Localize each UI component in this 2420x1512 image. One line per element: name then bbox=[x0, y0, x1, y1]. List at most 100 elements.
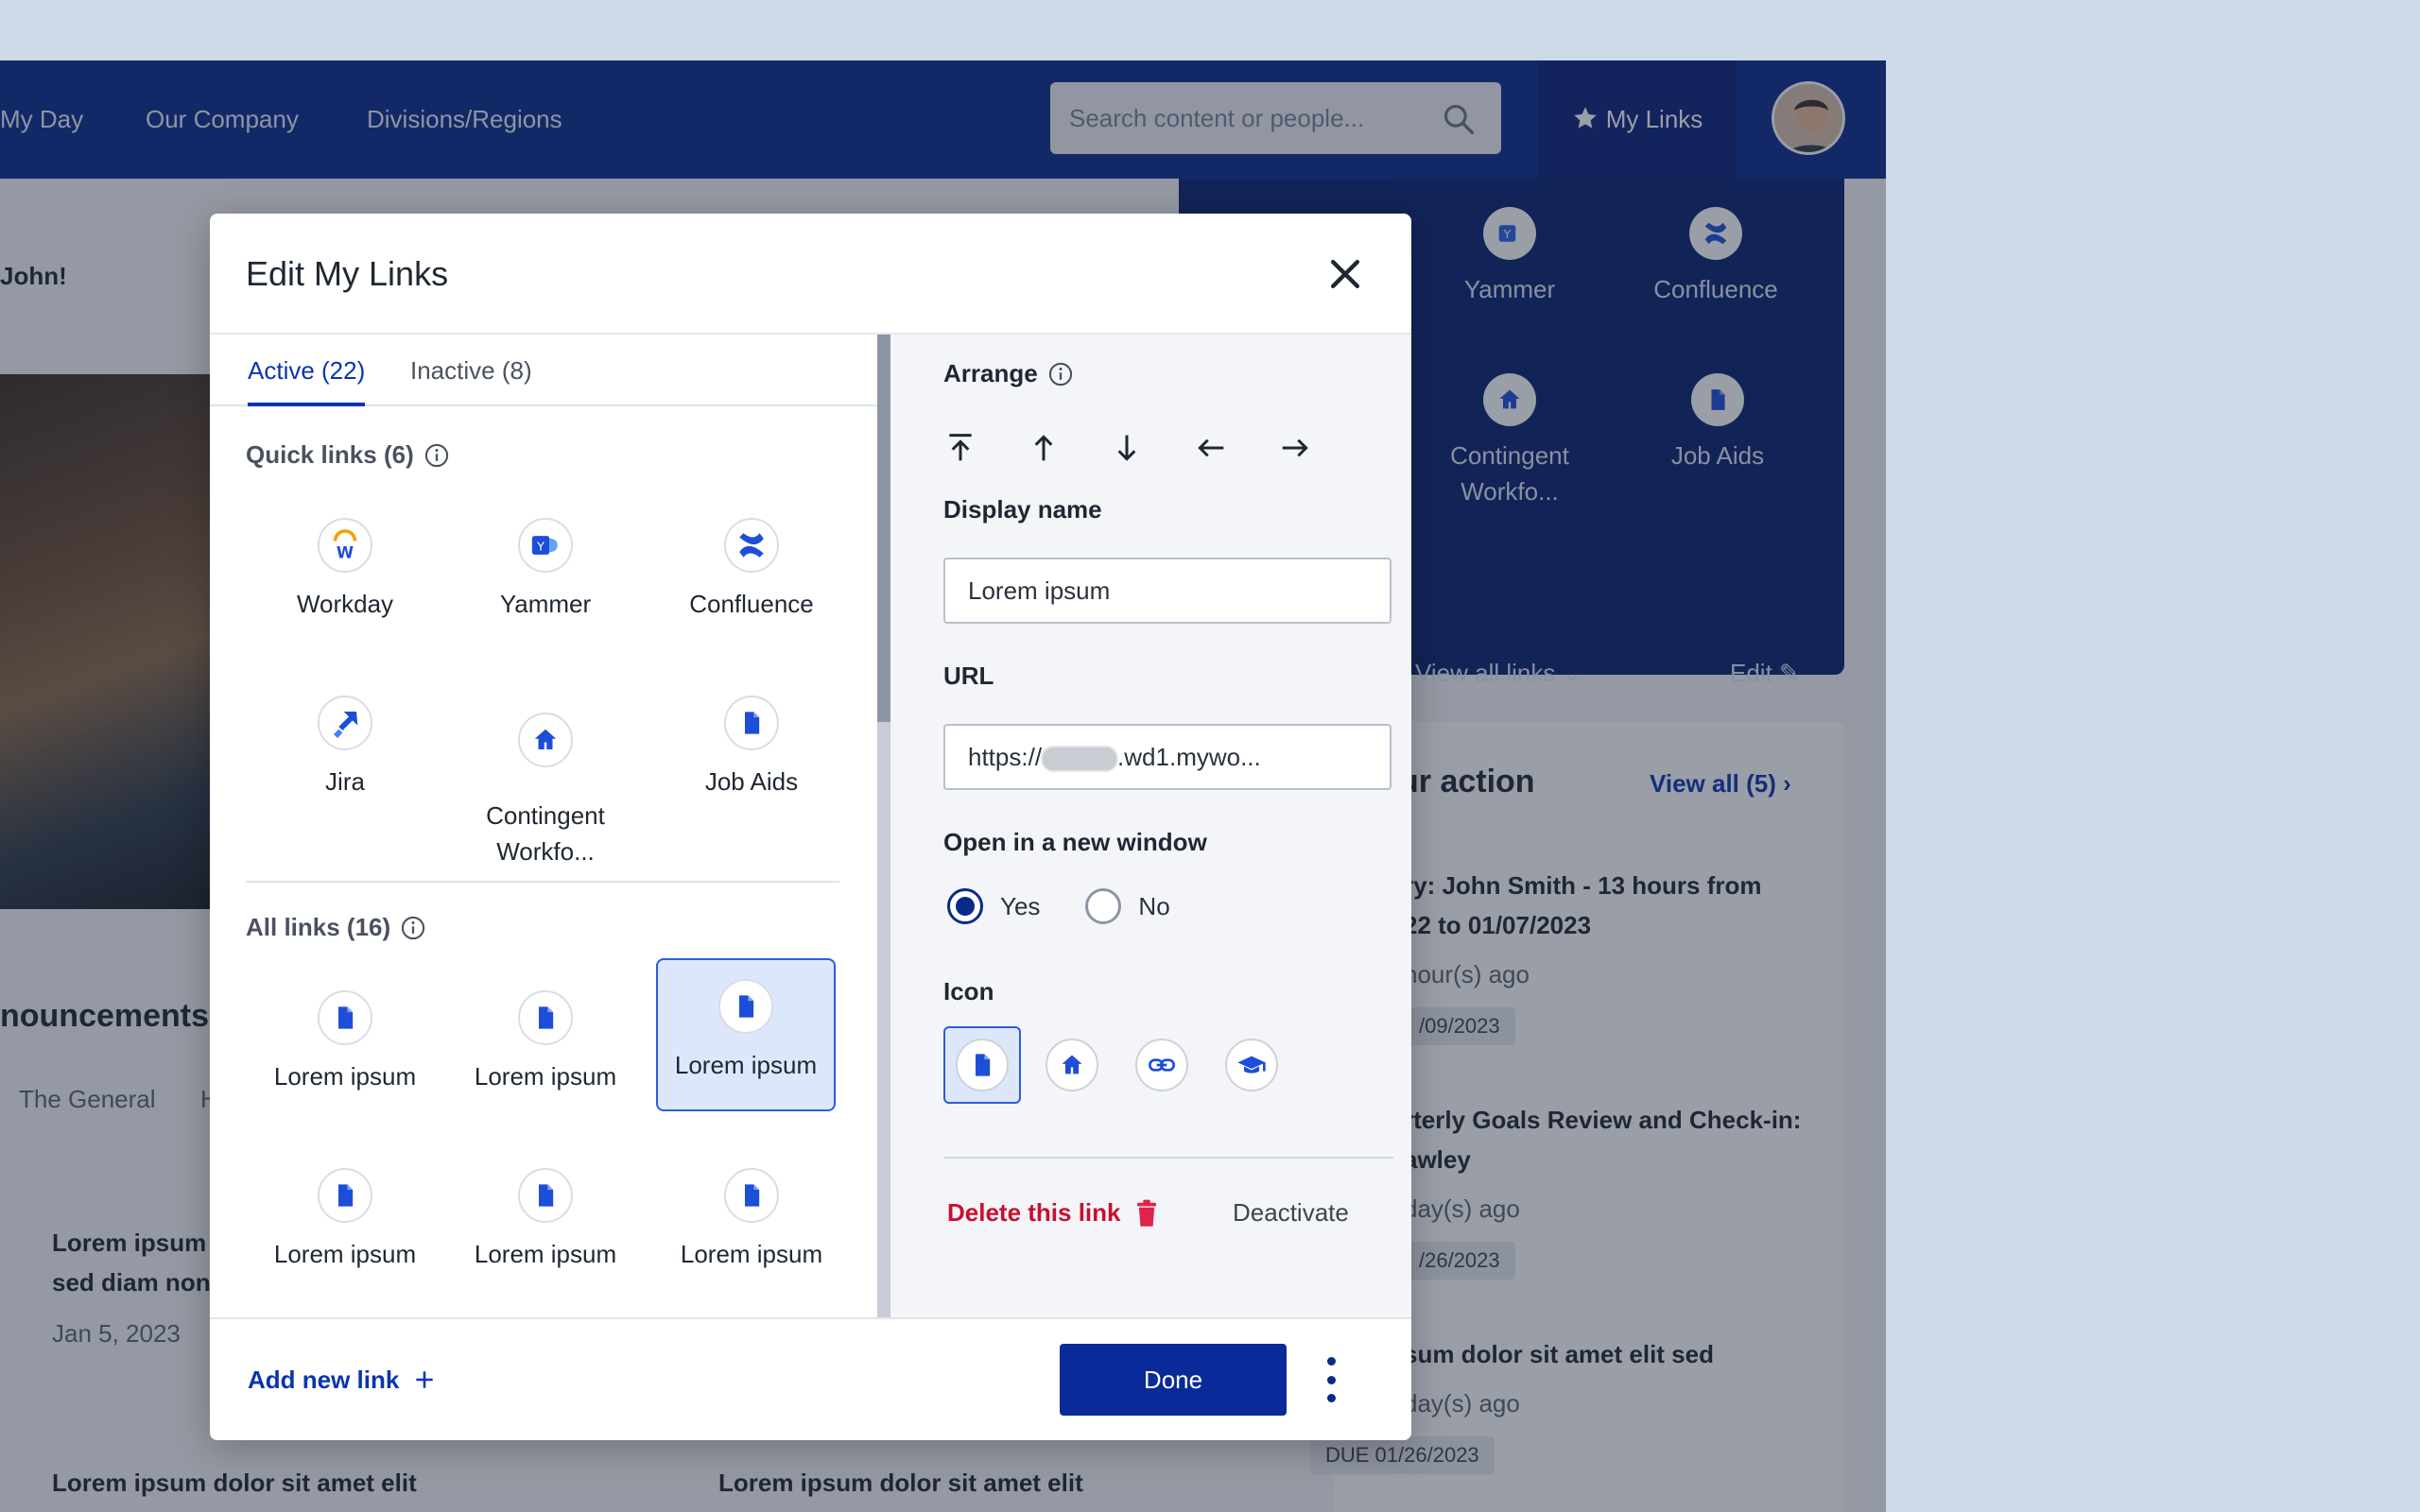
info-icon[interactable] bbox=[1047, 361, 1074, 387]
document-icon bbox=[318, 1168, 372, 1223]
info-icon[interactable] bbox=[400, 915, 426, 941]
dialog-header: Edit My Links bbox=[210, 214, 1411, 335]
display-name-label: Display name bbox=[943, 495, 1102, 524]
info-icon[interactable] bbox=[424, 442, 450, 469]
link-label: Lorem ipsum bbox=[273, 1062, 417, 1091]
close-icon[interactable] bbox=[1324, 253, 1366, 295]
link-label: Job Aids bbox=[704, 767, 799, 796]
more-options-icon[interactable] bbox=[1325, 1357, 1337, 1402]
jira-icon bbox=[318, 696, 372, 750]
arrow-to-top-icon bbox=[949, 434, 972, 461]
icon-option-home[interactable] bbox=[1046, 1039, 1098, 1091]
document-icon bbox=[518, 990, 573, 1045]
link-label: Workday bbox=[296, 590, 394, 618]
link-icon bbox=[1149, 1058, 1175, 1072]
move-to-top-button[interactable] bbox=[934, 421, 987, 474]
new-window-radio-group: Yes No bbox=[943, 888, 1170, 924]
icon-option-graduation-cap[interactable] bbox=[1225, 1039, 1278, 1091]
link-label: Yammer bbox=[499, 590, 592, 618]
radio-yes[interactable] bbox=[947, 888, 983, 924]
tab-inactive[interactable]: Inactive (8) bbox=[410, 335, 532, 406]
list-scrollbar[interactable] bbox=[877, 335, 890, 1317]
move-down-button[interactable] bbox=[1100, 421, 1153, 474]
url-label: URL bbox=[943, 662, 994, 690]
document-icon bbox=[718, 979, 773, 1034]
link-label: Lorem ipsum bbox=[474, 1062, 617, 1091]
all-link-item[interactable]: Lorem ipsum bbox=[456, 979, 635, 1130]
dialog-title: Edit My Links bbox=[246, 254, 449, 293]
quick-links-heading: Quick links (6) bbox=[246, 440, 450, 470]
link-label: Lorem ipsum bbox=[680, 1240, 823, 1268]
document-icon bbox=[724, 696, 779, 750]
home-icon bbox=[1062, 1055, 1082, 1074]
document-icon bbox=[724, 1168, 779, 1223]
arrange-heading: Arrange bbox=[943, 359, 1074, 388]
radio-no-label: No bbox=[1138, 891, 1170, 920]
document-icon bbox=[976, 1054, 991, 1076]
arrange-label: Arrange bbox=[943, 359, 1038, 387]
all-link-item-selected[interactable]: Lorem ipsum bbox=[656, 958, 836, 1111]
all-link-item[interactable]: Lorem ipsum bbox=[662, 1157, 841, 1308]
yammer-icon: Y bbox=[518, 518, 573, 573]
arrow-up-icon bbox=[1034, 435, 1053, 461]
url-suffix: .wd1.mywo... bbox=[1117, 743, 1261, 771]
arrow-left-icon bbox=[1198, 438, 1224, 457]
done-button[interactable]: Done bbox=[1060, 1344, 1287, 1416]
new-window-label: Open in a new window bbox=[943, 828, 1207, 856]
all-links-heading: All links (16) bbox=[246, 913, 426, 942]
quick-link-contingent-workforce[interactable]: Contingent Workfo... bbox=[456, 684, 635, 866]
home-icon bbox=[518, 713, 573, 767]
confluence-icon bbox=[724, 518, 779, 573]
move-left-button[interactable] bbox=[1184, 421, 1237, 474]
all-link-item[interactable]: Lorem ipsum bbox=[255, 979, 435, 1130]
edit-my-links-dialog: Edit My Links Active (22) Inactive (8) Q… bbox=[210, 214, 1411, 1440]
delete-label: Delete this link bbox=[947, 1198, 1121, 1227]
section-divider bbox=[246, 881, 839, 883]
icon-option-link[interactable] bbox=[1135, 1039, 1188, 1091]
svg-text:Y: Y bbox=[536, 541, 544, 555]
tab-active[interactable]: Active (22) bbox=[248, 335, 366, 406]
link-label: Lorem ipsum bbox=[474, 1240, 617, 1268]
display-name-field[interactable]: Lorem ipsum bbox=[943, 558, 1392, 624]
action-divider bbox=[943, 1157, 1393, 1159]
status-tabs: Active (22) Inactive (8) bbox=[210, 335, 877, 406]
deactivate-button[interactable]: Deactivate bbox=[1233, 1198, 1349, 1228]
radio-no[interactable] bbox=[1085, 888, 1122, 924]
quick-link-workday[interactable]: W Workday bbox=[255, 507, 435, 658]
delete-link-button[interactable]: Delete this link bbox=[947, 1198, 1159, 1228]
move-up-button[interactable] bbox=[1017, 421, 1070, 474]
all-link-item[interactable]: Lorem ipsum bbox=[456, 1157, 635, 1308]
icon-label: Icon bbox=[943, 977, 994, 1005]
link-label: Lorem ipsum bbox=[273, 1240, 417, 1268]
graduation-cap-icon bbox=[1237, 1056, 1266, 1074]
link-label: Lorem ipsum bbox=[674, 1051, 818, 1079]
links-list-pane: Active (22) Inactive (8) Quick links (6)… bbox=[210, 335, 877, 1317]
document-icon bbox=[318, 990, 372, 1045]
document-icon bbox=[518, 1168, 573, 1223]
quick-link-job-aids[interactable]: Job Aids bbox=[662, 684, 841, 835]
dialog-footer: Add new link Done bbox=[210, 1317, 1411, 1440]
url-prefix: https:// bbox=[968, 743, 1043, 771]
quick-link-yammer[interactable]: Y Yammer bbox=[456, 507, 635, 658]
icon-option-document[interactable] bbox=[943, 1026, 1021, 1104]
quick-link-confluence[interactable]: Confluence bbox=[662, 507, 841, 658]
link-details-pane: Arrange Display name Lorem ipsum URL htt… bbox=[890, 335, 1411, 1317]
redacted-mask bbox=[1042, 747, 1118, 772]
url-field[interactable]: https:// .wd1.mywo... bbox=[943, 724, 1392, 790]
trash-icon bbox=[1136, 1199, 1156, 1227]
link-label: Contingent Workfo... bbox=[486, 801, 605, 866]
all-link-item[interactable]: Lorem ipsum bbox=[255, 1157, 435, 1308]
radio-yes-label: Yes bbox=[1000, 891, 1041, 920]
link-label: Confluence bbox=[689, 590, 814, 618]
quick-link-jira[interactable]: Jira bbox=[255, 684, 435, 835]
svg-text:W: W bbox=[337, 544, 354, 562]
link-label: Jira bbox=[325, 767, 365, 796]
workday-icon: W bbox=[318, 518, 372, 573]
all-links-label: All links (16) bbox=[246, 913, 391, 941]
move-right-button[interactable] bbox=[1269, 421, 1322, 474]
arrow-right-icon bbox=[1282, 438, 1308, 457]
quick-links-label: Quick links (6) bbox=[246, 440, 414, 469]
scrollbar-thumb[interactable] bbox=[877, 335, 890, 722]
add-new-link-button[interactable]: Add new link bbox=[248, 1319, 437, 1440]
add-new-link-label: Add new link bbox=[248, 1366, 400, 1394]
